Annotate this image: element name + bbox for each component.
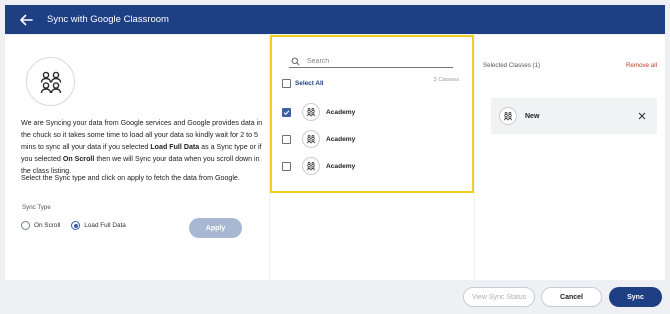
sync-description: We are Syncing your data from Google ser… xyxy=(21,119,263,175)
selected-classes-panel: Selected Classes (1) Remove all New xyxy=(475,35,665,280)
search-field[interactable] xyxy=(289,55,453,68)
group-avatar-icon xyxy=(26,57,75,106)
radio-load-full-data-indicator[interactable] xyxy=(71,221,81,230)
class-row[interactable]: Academy xyxy=(282,101,355,123)
class-avatar-icon xyxy=(302,130,320,148)
apply-button[interactable]: Apply xyxy=(189,218,242,238)
class-avatar-icon xyxy=(302,157,320,175)
radio-on-scroll-indicator[interactable] xyxy=(21,221,30,230)
class-checkbox[interactable] xyxy=(282,107,291,117)
class-count: 3 Classes xyxy=(433,77,459,83)
radio-on-scroll[interactable]: On Scroll xyxy=(21,221,60,230)
class-name: Academy xyxy=(326,135,356,143)
page-title: Sync with Google Classroom xyxy=(47,14,169,25)
sync-info-panel: We are Syncing your data from Google ser… xyxy=(5,35,269,280)
search-input[interactable] xyxy=(307,57,437,65)
select-all-checkbox[interactable] xyxy=(282,79,291,88)
search-icon xyxy=(291,57,300,65)
remove-all-link[interactable]: Remove all xyxy=(626,62,657,69)
sync-type-label: Sync Type xyxy=(22,204,51,211)
selected-class-chip: New xyxy=(491,98,657,134)
class-avatar-icon xyxy=(499,107,517,125)
class-name: Academy xyxy=(326,162,356,170)
class-list-panel: Select All 3 Classes Academy Academy Aca… xyxy=(270,35,474,280)
view-sync-status-button[interactable]: View Sync Status xyxy=(463,287,535,307)
selected-classes-header: Selected Classes (1) xyxy=(483,62,541,69)
class-row[interactable]: Academy xyxy=(282,155,355,177)
selected-class-name: New xyxy=(525,112,540,120)
close-icon[interactable] xyxy=(635,109,649,123)
class-row[interactable]: Academy xyxy=(282,128,355,150)
class-name: Academy xyxy=(326,108,356,116)
radio-load-full-data[interactable]: Load Full Data xyxy=(71,221,126,230)
cancel-button[interactable]: Cancel xyxy=(541,287,602,307)
select-all[interactable]: Select All xyxy=(282,79,324,88)
back-arrow-icon[interactable] xyxy=(15,9,37,31)
sync-instruction: Select the Sync type and click on apply … xyxy=(21,174,240,182)
top-bar: Sync with Google Classroom xyxy=(5,5,665,34)
sync-type-radio-group: On Scroll Load Full Data xyxy=(21,221,137,230)
class-avatar-icon xyxy=(302,103,320,121)
class-checkbox[interactable] xyxy=(282,134,291,144)
class-checkbox[interactable] xyxy=(282,161,291,171)
sync-button[interactable]: Sync xyxy=(609,287,662,307)
